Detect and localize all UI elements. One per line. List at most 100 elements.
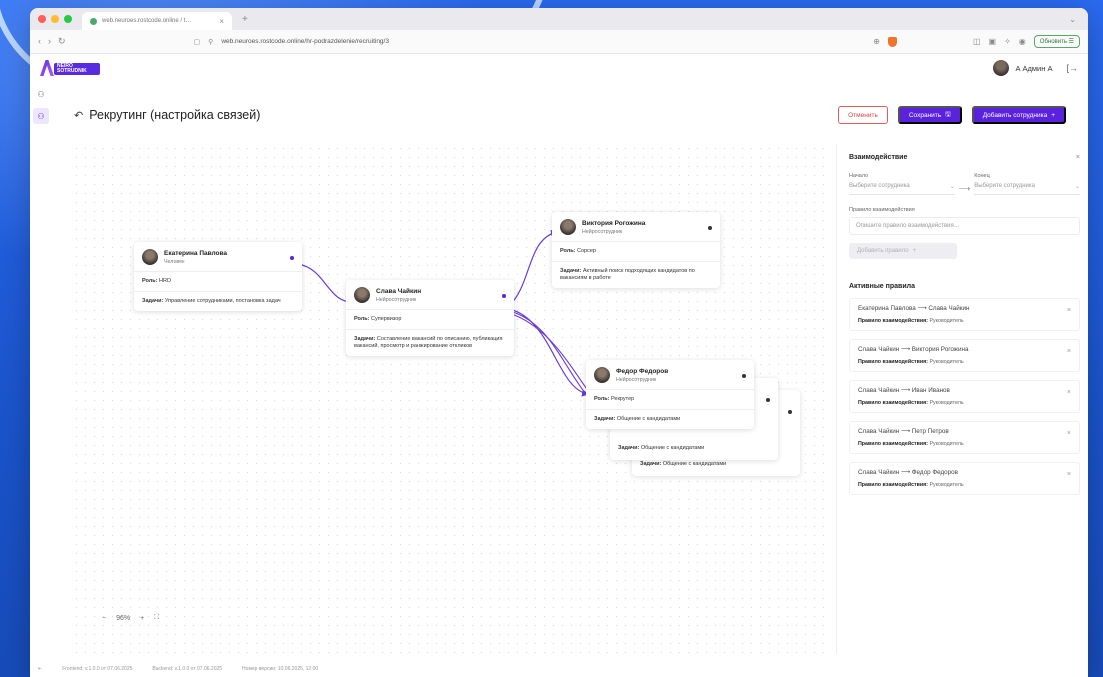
- task-label: Задачи:: [594, 416, 616, 422]
- chevron-down-icon: ⌄: [1074, 184, 1080, 190]
- site-settings-icon[interactable]: ⚲: [208, 38, 213, 46]
- employee-name: Слава Чайкин: [376, 287, 422, 295]
- cancel-button[interactable]: Отменить: [838, 106, 888, 124]
- profile-icon[interactable]: ◉: [1019, 37, 1026, 46]
- end-employee-select[interactable]: Выберите сотрудника ⌄: [974, 179, 1080, 195]
- employee-position: Человек: [164, 258, 185, 265]
- employee-task: Общение с кандидатами: [616, 416, 681, 422]
- app-logo[interactable]: NEIRO SOTRUDNIK: [40, 60, 100, 76]
- rule-to: Федор Федоров: [911, 469, 959, 476]
- employee-role: Сорсер: [577, 248, 596, 254]
- employee-position: Нейросотрудник: [582, 228, 623, 235]
- extensions-icon[interactable]: ✧: [1004, 37, 1011, 46]
- connection-handle[interactable]: [708, 226, 712, 230]
- rule-from: Екатерина Павлова: [858, 305, 916, 312]
- role-label: Роль:: [142, 278, 158, 284]
- url-text[interactable]: web.neuroes.rostcode.online/hr-podrazdel…: [221, 38, 389, 45]
- sidebar-collapse-icon[interactable]: ⇤: [38, 666, 42, 672]
- task-label: Задачи:: [640, 461, 662, 467]
- employee-card[interactable]: Екатерина Павлова Человек Роль: HRD Зада…: [134, 242, 302, 311]
- add-rule-button[interactable]: Добавить правило +: [849, 243, 957, 259]
- rule-input[interactable]: Опишите правило взаимодействия…: [849, 217, 1080, 235]
- rule-desc: Руководитель: [929, 441, 964, 447]
- zoom-out-button[interactable]: −: [102, 615, 106, 622]
- back-icon[interactable]: ‹: [38, 36, 41, 47]
- rule-from: Слава Чайкин: [858, 428, 900, 435]
- reload-icon[interactable]: ↻: [58, 36, 66, 47]
- update-browser-button[interactable]: Обновить ☰: [1033, 35, 1080, 48]
- employee-role: Рекрутер: [611, 396, 635, 402]
- close-window-button[interactable]: [38, 15, 46, 23]
- add-employee-button[interactable]: Добавить сотрудника +: [971, 106, 1066, 124]
- panel-title: Взаимодействие: [849, 154, 908, 161]
- rule-desc-label: Правило взаимодействия:: [858, 400, 929, 406]
- zoom-in-button[interactable]: +: [140, 615, 144, 622]
- sidebar-item-users[interactable]: ⚇: [33, 86, 49, 102]
- page: ↶ Рекрутинг (настройка связей) Отменить …: [58, 100, 1088, 666]
- close-icon[interactable]: ×: [1076, 154, 1080, 161]
- fit-view-icon[interactable]: ⛶: [154, 614, 159, 622]
- task-label: Задачи:: [142, 298, 164, 304]
- chevron-down-icon[interactable]: ⌄: [1069, 15, 1076, 24]
- connection-handle[interactable]: [766, 398, 770, 402]
- users-icon: ⚇: [37, 89, 45, 99]
- zoom-indicator-icon[interactable]: ⊕: [873, 37, 880, 46]
- employee-card[interactable]: Виктория Рогожина Нейросотрудник Роль: С…: [552, 212, 720, 288]
- task-label: Задачи:: [560, 268, 582, 274]
- employee-position: Нейросотрудник: [376, 296, 417, 303]
- rule-desc: Руководитель: [929, 400, 964, 406]
- window-controls: [38, 15, 72, 23]
- start-employee-select[interactable]: Выберите сотрудника ⌄: [849, 179, 955, 195]
- employee-task: Общение с кандидатами: [640, 445, 705, 451]
- tabs-icon[interactable]: ▣: [989, 37, 997, 46]
- employee-name: Екатерина Павлова: [164, 249, 228, 257]
- plus-icon: +: [1051, 111, 1055, 119]
- connection-handle[interactable]: [502, 294, 506, 298]
- app-header: NEIRO SOTRUDNIK А Админ А [→: [30, 54, 1088, 82]
- rule-item[interactable]: Екатерина Павлова ⟶ Слава Чайкин Правило…: [849, 298, 1080, 331]
- zoom-level: 96%: [116, 614, 131, 622]
- employee-card[interactable]: Федор Федоров Нейросотрудник Роль: Рекру…: [586, 360, 754, 429]
- delete-rule-icon[interactable]: ×: [1067, 471, 1071, 478]
- close-icon[interactable]: ×: [219, 17, 224, 26]
- browser-window: web.neuroes.rostcode.online / t… × + ⌄ ‹…: [30, 8, 1088, 677]
- sidebar-toggle-icon[interactable]: ▢: [194, 38, 201, 46]
- page-header: ↶ Рекрутинг (настройка связей) Отменить …: [58, 100, 1082, 130]
- employee-name: Виктория Рогожина: [582, 219, 646, 227]
- rule-item[interactable]: Слава Чайкин ⟶ Федор Федоров Правило вза…: [849, 462, 1080, 495]
- connection-handle[interactable]: [788, 410, 792, 414]
- maximize-window-button[interactable]: [64, 15, 72, 23]
- save-button[interactable]: Сохранить 🖫: [897, 106, 962, 124]
- connection-handle[interactable]: [290, 256, 294, 260]
- rule-item[interactable]: Слава Чайкин ⟶ Петр Петров Правило взаим…: [849, 421, 1080, 454]
- employee-position: Нейросотрудник: [616, 376, 657, 383]
- new-tab-button[interactable]: +: [242, 14, 248, 25]
- rule-item[interactable]: Слава Чайкин ⟶ Виктория Рогожина Правило…: [849, 339, 1080, 372]
- edge-chaikin-rogozhina[interactable]: [508, 229, 559, 307]
- connection-handle[interactable]: [742, 374, 746, 378]
- rule-label: Правило взаимодействия: [849, 207, 915, 213]
- delete-rule-icon[interactable]: ×: [1067, 307, 1071, 314]
- footer: ⇤ Frontend: v.1.0.0 от 07.06.2025 Backen…: [30, 661, 1088, 677]
- delete-rule-icon[interactable]: ×: [1067, 389, 1071, 396]
- avatar: [594, 367, 610, 383]
- back-arrow-icon[interactable]: ↶: [74, 109, 83, 122]
- employee-card[interactable]: Слава Чайкин Нейросотрудник Роль: Суперв…: [346, 280, 514, 356]
- graph-canvas[interactable]: Екатерина Павлова Человек Роль: HRD Зада…: [72, 144, 824, 654]
- delete-rule-icon[interactable]: ×: [1067, 430, 1071, 437]
- minimize-window-button[interactable]: [51, 15, 59, 23]
- forward-icon[interactable]: ›: [48, 36, 51, 47]
- employee-name: Федор Федоров: [616, 367, 669, 375]
- sidebar-item-recruiting[interactable]: ⚇: [33, 108, 49, 124]
- sidebar: ⚇ ⚇: [30, 82, 52, 662]
- sidebar-panel-icon[interactable]: ◫: [973, 37, 981, 46]
- shield-icon[interactable]: [887, 36, 897, 47]
- rule-item[interactable]: Слава Чайкин ⟶ Иван Иванов Правило взаим…: [849, 380, 1080, 413]
- rule-to: Виктория Рогожина: [911, 346, 969, 353]
- user-menu[interactable]: А Админ А [→: [993, 60, 1078, 76]
- delete-rule-icon[interactable]: ×: [1067, 348, 1071, 355]
- user-name: А Админ А: [1015, 63, 1053, 73]
- browser-tab[interactable]: web.neuroes.rostcode.online / t… ×: [82, 12, 232, 30]
- rule-desc-label: Правило взаимодействия:: [858, 482, 929, 488]
- logout-icon[interactable]: [→: [1066, 63, 1078, 73]
